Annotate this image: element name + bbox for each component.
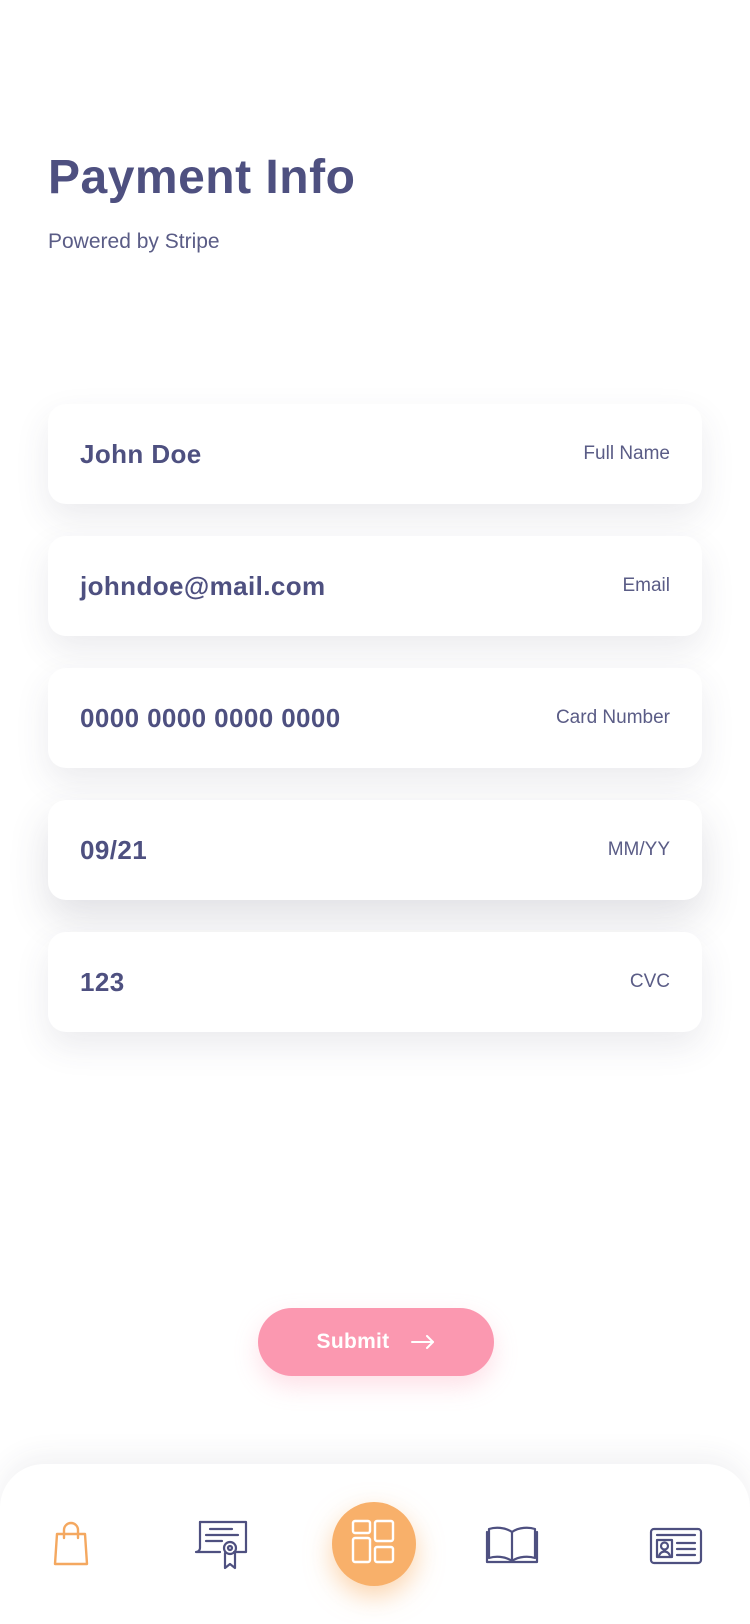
full-name-field[interactable]: John Doe Full Name	[48, 404, 702, 504]
email-label: Email	[622, 575, 670, 596]
cvc-value[interactable]: 123	[80, 967, 125, 998]
payment-screen: Payment Info Powered by Stripe John Doe …	[0, 0, 750, 1624]
id-card-icon[interactable]	[648, 1526, 704, 1566]
full-name-value[interactable]: John Doe	[80, 439, 202, 470]
arrow-right-icon	[411, 1335, 435, 1349]
card-number-field[interactable]: 0000 0000 0000 0000 Card Number	[48, 668, 702, 768]
dashboard-tab[interactable]	[332, 1502, 416, 1586]
submit-label: Submit	[316, 1330, 390, 1353]
book-icon[interactable]	[484, 1522, 540, 1566]
card-number-label: Card Number	[555, 707, 670, 728]
page-title: Payment Info	[48, 151, 356, 204]
submit-button[interactable]: Submit	[258, 1308, 494, 1376]
cvc-field[interactable]: 123 CVC	[48, 932, 702, 1032]
email-field[interactable]: johndoe@mail.com Email	[48, 536, 702, 636]
expiry-field[interactable]: 09/21 MM/YY	[48, 800, 702, 900]
email-value[interactable]: johndoe@mail.com	[80, 571, 326, 602]
card-number-value[interactable]: 0000 0000 0000 0000	[80, 703, 341, 734]
certificate-icon[interactable]	[192, 1514, 252, 1574]
full-name-label: Full Name	[583, 443, 670, 464]
shopping-bag-icon[interactable]	[46, 1516, 96, 1572]
expiry-label: MM/YY	[607, 839, 670, 860]
dashboard-grid-icon	[351, 1519, 397, 1570]
page-subtitle: Powered by Stripe	[48, 230, 220, 253]
expiry-value[interactable]: 09/21	[80, 835, 147, 866]
cvc-label: CVC	[629, 971, 670, 992]
